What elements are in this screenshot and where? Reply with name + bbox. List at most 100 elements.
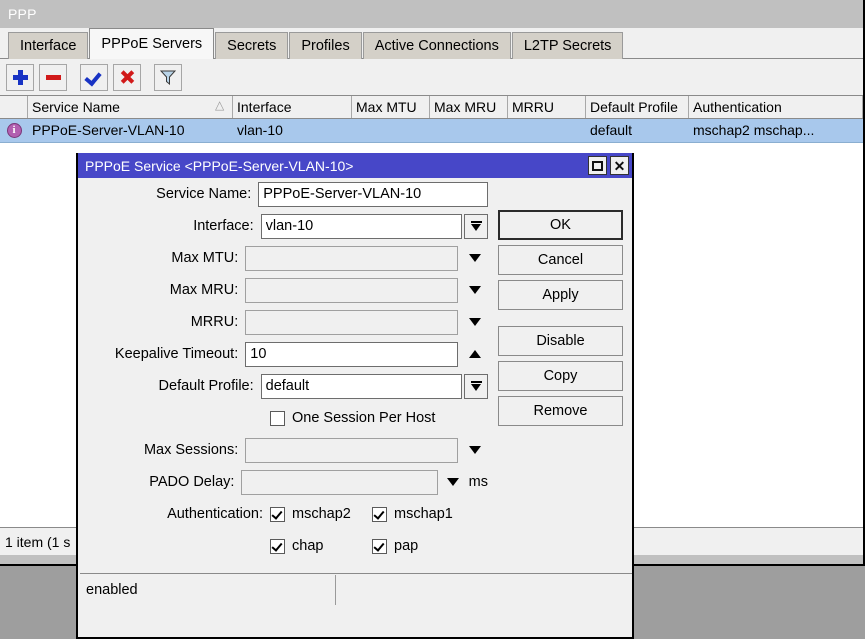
tab-l2tp-secrets[interactable]: L2TP Secrets — [512, 32, 624, 59]
field-one-session-per-host: One Session Per Host — [78, 402, 488, 434]
column-header-max-mtu[interactable]: Max MTU — [352, 96, 430, 118]
remove-button[interactable] — [39, 64, 67, 91]
mrru-input[interactable] — [245, 310, 458, 335]
column-header-service-name[interactable]: Service Name — [28, 96, 233, 118]
field-mrru: MRRU: — [78, 306, 488, 338]
cell-mrru — [508, 119, 586, 142]
cancel-button[interactable]: Cancel — [498, 245, 623, 275]
cell-authentication: mschap2 mschap... — [689, 119, 863, 142]
chevron-down-icon — [469, 446, 481, 454]
mrru-label: MRRU: — [82, 314, 245, 330]
column-header-mrru[interactable]: MRRU — [508, 96, 586, 118]
dialog-status-enabled: enabled — [80, 575, 336, 605]
table-body: iPPPoE-Server-VLAN-10vlan-10defaultmscha… — [0, 119, 863, 143]
enable-button[interactable] — [80, 64, 108, 91]
remove-button[interactable]: Remove — [498, 396, 623, 426]
tab-bar: InterfacePPPoE ServersSecretsProfilesAct… — [0, 28, 863, 58]
chevron-down-icon — [471, 224, 481, 231]
maximize-button[interactable] — [588, 156, 607, 175]
dialog-body: Service Name: Interface: Max MTU: — [78, 178, 632, 605]
chap-checkbox[interactable] — [270, 539, 285, 554]
disable-button[interactable]: Disable — [498, 326, 623, 356]
row-status-gutter: i — [0, 119, 28, 142]
service-name-input[interactable] — [258, 182, 488, 207]
disable-button[interactable] — [113, 64, 141, 91]
ok-button[interactable]: OK — [498, 210, 623, 240]
mschap2-label: mschap2 — [292, 506, 351, 522]
check-icon — [86, 69, 102, 85]
authentication-row-2: chap pap — [78, 530, 488, 562]
field-authentication: Authentication: mschap2 mschap1 — [78, 498, 488, 530]
column-header-interface[interactable]: Interface — [233, 96, 352, 118]
table-row[interactable]: iPPPoE-Server-VLAN-10vlan-10defaultmscha… — [0, 119, 863, 143]
default-profile-label: Default Profile: — [82, 378, 261, 394]
authentication-label: Authentication: — [82, 506, 270, 522]
max-sessions-input[interactable] — [245, 438, 458, 463]
mrru-dropdown-button[interactable] — [462, 318, 488, 326]
auth-option-mschap2: mschap2 — [270, 506, 372, 522]
chevron-down-icon — [471, 384, 481, 391]
max-sessions-dropdown-button[interactable] — [462, 446, 488, 454]
cell-interface: vlan-10 — [233, 119, 352, 142]
one-session-per-host-label: One Session Per Host — [292, 410, 435, 426]
dialog-titlebar[interactable]: PPPoE Service <PPPoE-Server-VLAN-10> ✕ — [78, 153, 632, 178]
cross-icon — [119, 69, 135, 85]
max-mtu-dropdown-button[interactable] — [462, 254, 488, 262]
field-max-mru: Max MRU: — [78, 274, 488, 306]
chevron-down-icon — [469, 318, 481, 326]
mschap2-checkbox[interactable] — [270, 507, 285, 522]
column-header-authentication[interactable]: Authentication — [689, 96, 863, 118]
pap-checkbox[interactable] — [372, 539, 387, 554]
keepalive-timeout-collapse-button[interactable] — [462, 350, 488, 358]
mschap1-checkbox[interactable] — [372, 507, 387, 522]
maximize-icon — [592, 161, 603, 171]
field-service-name: Service Name: — [78, 178, 488, 210]
dialog-button-column: OK Cancel Apply Disable Copy Remove — [498, 210, 623, 431]
tab-secrets[interactable]: Secrets — [215, 32, 288, 59]
column-header-max-mru[interactable]: Max MRU — [430, 96, 508, 118]
add-button[interactable] — [6, 64, 34, 91]
column-header-default-profile[interactable]: Default Profile — [586, 96, 689, 118]
dropdown-bar-icon — [471, 221, 482, 223]
tab-pppoe-servers[interactable]: PPPoE Servers — [89, 28, 214, 59]
chap-label: chap — [292, 538, 323, 554]
copy-button[interactable]: Copy — [498, 361, 623, 391]
tab-interface[interactable]: Interface — [8, 32, 88, 59]
pppoe-service-dialog: PPPoE Service <PPPoE-Server-VLAN-10> ✕ S… — [76, 153, 634, 639]
max-mru-label: Max MRU: — [82, 282, 245, 298]
pado-delay-input[interactable] — [241, 470, 438, 495]
default-profile-input[interactable] — [261, 374, 463, 399]
tab-profiles[interactable]: Profiles — [289, 32, 361, 59]
close-button[interactable]: ✕ — [610, 156, 629, 175]
toolbar — [0, 58, 863, 95]
default-profile-dropdown-button[interactable] — [464, 374, 488, 399]
auth-option-mschap1: mschap1 — [372, 506, 474, 522]
chevron-up-icon — [469, 350, 481, 358]
tab-active-connections[interactable]: Active Connections — [363, 32, 511, 59]
sort-ascending-icon — [216, 102, 226, 110]
field-keepalive-timeout: Keepalive Timeout: — [78, 338, 488, 370]
max-mtu-input[interactable] — [245, 246, 458, 271]
pado-delay-label: PADO Delay: — [82, 474, 241, 490]
interface-input[interactable] — [261, 214, 463, 239]
keepalive-timeout-input[interactable] — [245, 342, 458, 367]
add-icon — [13, 70, 28, 85]
pado-delay-unit: ms — [469, 474, 488, 490]
cell-max-mtu — [352, 119, 430, 142]
screen: PPP InterfacePPPoE ServersSecretsProfile… — [0, 0, 865, 639]
field-default-profile: Default Profile: — [78, 370, 488, 402]
max-mru-dropdown-button[interactable] — [462, 286, 488, 294]
window-titlebar: PPP — [0, 0, 863, 28]
column-header-label: Service Name — [32, 99, 120, 115]
one-session-per-host-checkbox[interactable] — [270, 411, 285, 426]
info-icon: i — [7, 123, 22, 138]
column-header-label: Authentication — [693, 99, 782, 115]
apply-button[interactable]: Apply — [498, 280, 623, 310]
filter-button[interactable] — [154, 64, 182, 91]
max-mru-input[interactable] — [245, 278, 458, 303]
interface-dropdown-button[interactable] — [464, 214, 488, 239]
column-header-label: MRRU — [512, 99, 554, 115]
dialog-status-secondary — [336, 575, 630, 605]
pado-delay-dropdown-button[interactable] — [442, 478, 462, 486]
cell-max-mru — [430, 119, 508, 142]
